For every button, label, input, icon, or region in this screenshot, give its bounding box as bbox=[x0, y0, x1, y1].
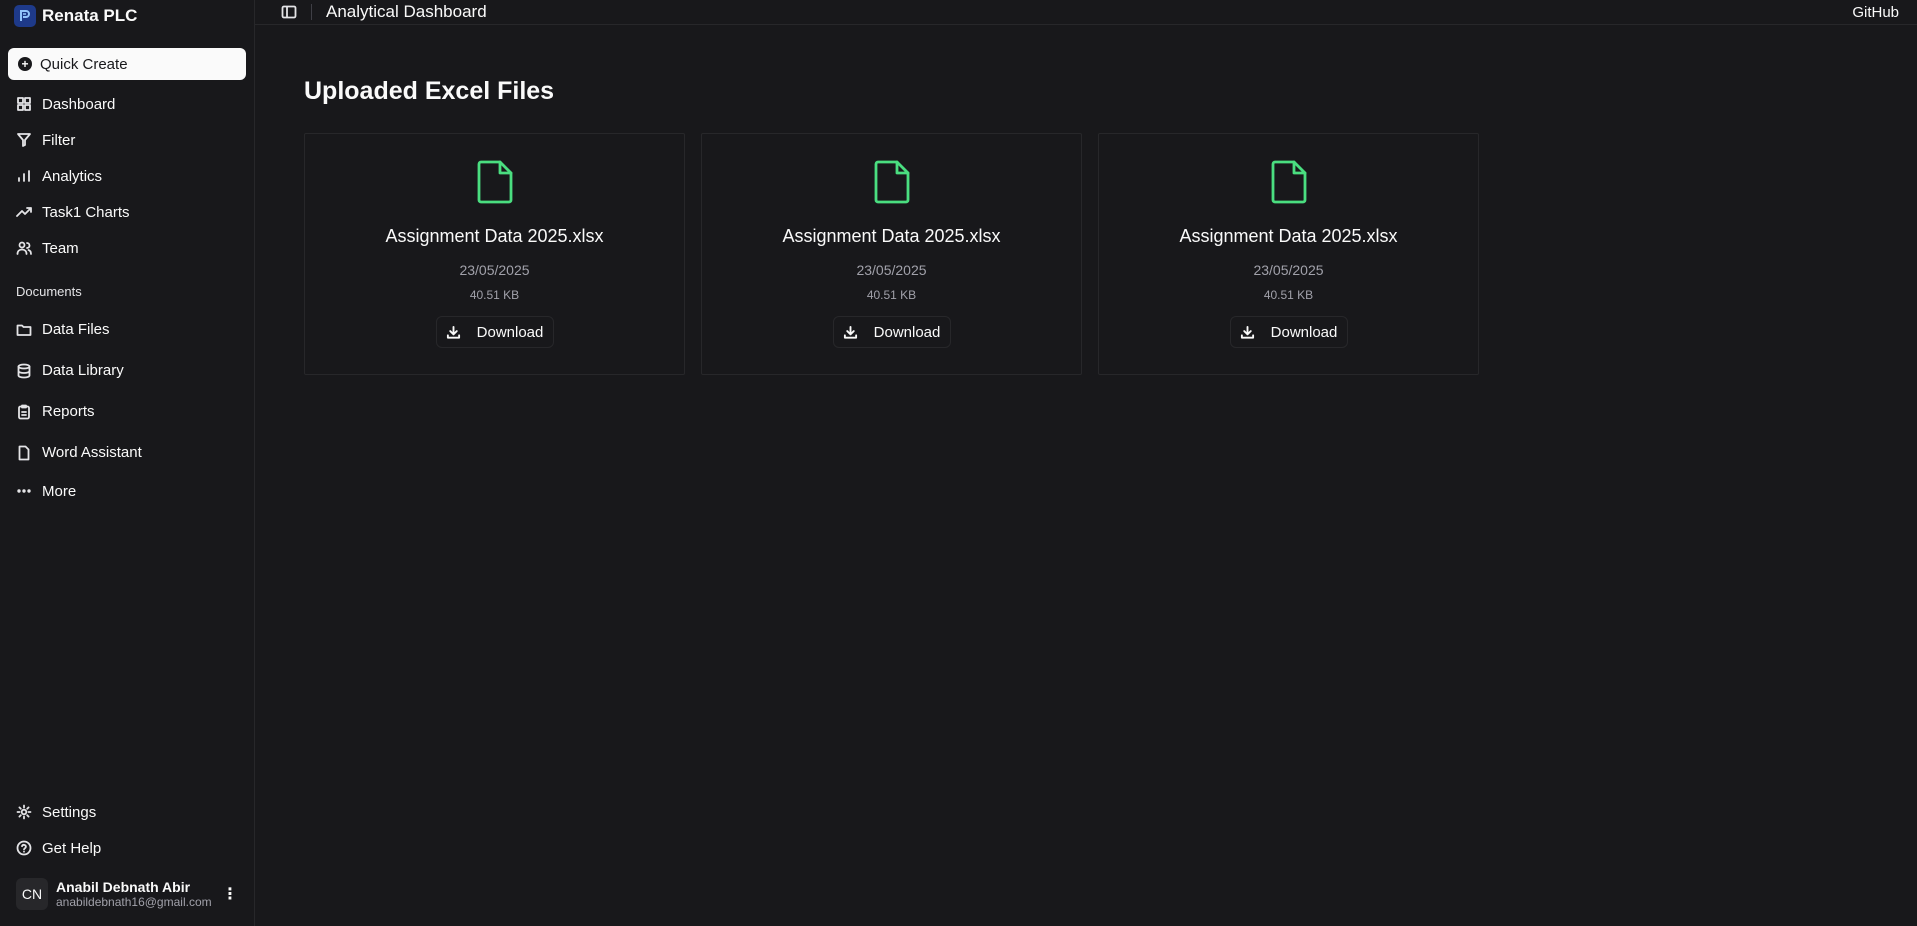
renata-logo-icon bbox=[14, 5, 36, 27]
sidebar-item-task1-charts[interactable]: Task1 Charts bbox=[8, 194, 246, 230]
topbar: Analytical Dashboard GitHub bbox=[255, 0, 1917, 25]
sidebar-item-label: Filter bbox=[42, 131, 76, 149]
download-label: Download bbox=[1270, 323, 1338, 341]
download-button[interactable]: Download bbox=[435, 316, 554, 348]
sidebar: Renata PLC + Quick Create Dashboard Filt… bbox=[0, 0, 255, 926]
sidebar-item-data-library[interactable]: Data Library bbox=[8, 350, 246, 391]
file-date: 23/05/2025 bbox=[1253, 262, 1324, 278]
sidebar-toggle-icon[interactable] bbox=[281, 4, 297, 20]
sidebar-item-word-assistant[interactable]: Word Assistant bbox=[8, 432, 246, 473]
page-header-title: Analytical Dashboard bbox=[326, 2, 487, 21]
sidebar-item-label: Data Library bbox=[42, 362, 124, 379]
sidebar-item-label: Dashboard bbox=[42, 95, 116, 113]
help-icon bbox=[16, 840, 32, 856]
user-name: Anabil Debnath Abir bbox=[56, 879, 191, 895]
file-name: Assignment Data 2025.xlsx bbox=[782, 226, 1001, 246]
sidebar-item-label: Data Files bbox=[42, 321, 110, 338]
download-label: Download bbox=[873, 323, 941, 341]
quick-create-label: Quick Create bbox=[40, 55, 128, 73]
brand-name: Renata PLC bbox=[42, 6, 138, 25]
file-name: Assignment Data 2025.xlsx bbox=[1179, 226, 1398, 246]
more-vertical-icon[interactable]: ⋮ bbox=[222, 884, 238, 904]
documents-section-label: Documents bbox=[16, 284, 82, 299]
file-icon bbox=[1269, 159, 1309, 210]
sidebar-item-dashboard[interactable]: Dashboard bbox=[8, 86, 246, 122]
documents-nav: Data Files Data Library Reports Word Ass… bbox=[8, 309, 246, 509]
folder-icon bbox=[16, 324, 32, 336]
avatar: CN bbox=[16, 878, 48, 910]
quick-create-button[interactable]: + Quick Create bbox=[8, 48, 246, 80]
file-size: 40.51 KB bbox=[866, 288, 917, 302]
brand[interactable]: Renata PLC bbox=[8, 0, 246, 32]
sidebar-item-reports[interactable]: Reports bbox=[8, 391, 246, 432]
file-icon bbox=[872, 159, 912, 210]
sidebar-item-label: Get Help bbox=[42, 839, 102, 857]
filter-icon bbox=[17, 133, 31, 147]
content: Uploaded Excel Files Assignment Data 202… bbox=[255, 25, 1917, 425]
file-cards: Assignment Data 2025.xlsx 23/05/2025 40.… bbox=[304, 133, 1868, 375]
sidebar-item-get-help[interactable]: Get Help bbox=[8, 830, 246, 866]
sidebar-item-settings[interactable]: Settings bbox=[8, 794, 246, 830]
sidebar-item-label: Team bbox=[42, 239, 79, 257]
file-name: Assignment Data 2025.xlsx bbox=[385, 226, 604, 246]
file-date: 23/05/2025 bbox=[856, 262, 927, 278]
file-icon bbox=[475, 159, 515, 210]
download-icon bbox=[446, 325, 460, 339]
file-size: 40.51 KB bbox=[1263, 288, 1314, 302]
sidebar-item-label: Reports bbox=[42, 403, 95, 420]
file-card: Assignment Data 2025.xlsx 23/05/2025 40.… bbox=[304, 133, 685, 375]
user-menu[interactable]: CN Anabil Debnath Abir anabildebnath16@g… bbox=[8, 866, 246, 922]
sidebar-item-label: Settings bbox=[42, 803, 97, 821]
sidebar-item-filter[interactable]: Filter bbox=[8, 122, 246, 158]
sidebar-item-more[interactable]: More bbox=[8, 473, 246, 509]
dashboard-icon bbox=[17, 97, 31, 111]
bar-chart-icon bbox=[18, 170, 30, 182]
github-link[interactable]: GitHub bbox=[1852, 4, 1899, 21]
users-icon bbox=[16, 241, 32, 255]
download-icon bbox=[1240, 325, 1254, 339]
user-email: anabildebnath16@gmail.com bbox=[56, 895, 212, 909]
file-date: 23/05/2025 bbox=[459, 262, 530, 278]
sidebar-item-label: Task1 Charts bbox=[42, 203, 130, 221]
download-button[interactable]: Download bbox=[1229, 316, 1348, 348]
download-button[interactable]: Download bbox=[832, 316, 951, 348]
dots-icon bbox=[17, 489, 31, 493]
sidebar-item-label: More bbox=[42, 482, 77, 500]
database-icon bbox=[17, 363, 31, 378]
main-area: Analytical Dashboard GitHub Uploaded Exc… bbox=[255, 0, 1917, 926]
sidebar-item-analytics[interactable]: Analytics bbox=[8, 158, 246, 194]
app-root: Renata PLC + Quick Create Dashboard Filt… bbox=[0, 0, 1917, 926]
bottom-nav: Settings Get Help bbox=[8, 794, 246, 866]
sidebar-item-team[interactable]: Team bbox=[8, 230, 246, 266]
file-card: Assignment Data 2025.xlsx 23/05/2025 40.… bbox=[701, 133, 1082, 375]
download-icon bbox=[843, 325, 857, 339]
sidebar-item-label: Word Assistant bbox=[42, 444, 142, 461]
file-card: Assignment Data 2025.xlsx 23/05/2025 40.… bbox=[1098, 133, 1479, 375]
topbar-separator bbox=[311, 4, 312, 20]
trending-up-icon bbox=[16, 207, 32, 217]
plus-circle-icon: + bbox=[18, 57, 32, 71]
page-title: Uploaded Excel Files bbox=[304, 77, 555, 105]
sidebar-item-label: Analytics bbox=[42, 167, 103, 185]
file-size: 40.51 KB bbox=[469, 288, 520, 302]
clipboard-icon bbox=[18, 404, 30, 419]
gear-icon bbox=[16, 804, 32, 820]
download-label: Download bbox=[476, 323, 544, 341]
main-nav: Dashboard Filter Analytics Task1 Charts … bbox=[8, 86, 246, 266]
file-icon bbox=[18, 445, 30, 460]
user-info: Anabil Debnath Abir anabildebnath16@gmai… bbox=[56, 879, 214, 909]
sidebar-item-data-files[interactable]: Data Files bbox=[8, 309, 246, 350]
